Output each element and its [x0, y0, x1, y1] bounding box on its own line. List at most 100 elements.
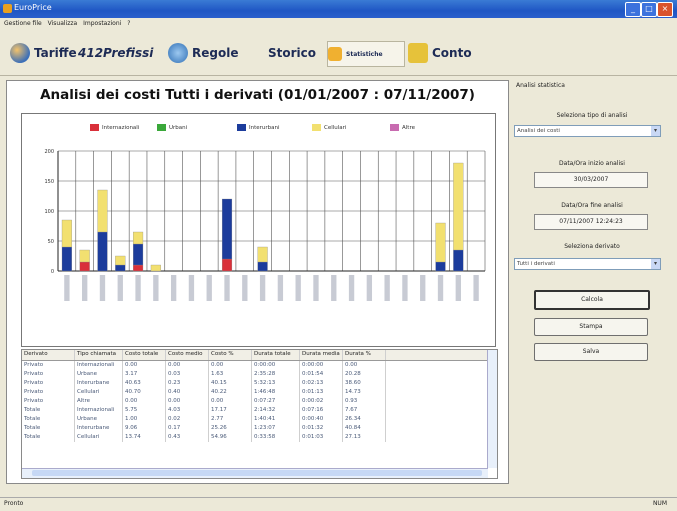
- table-row[interactable]: Totale Interurbane 9.06 0.17 25.26 1:23:07 0:0…: [22, 424, 497, 433]
- table-cell: 0.43: [166, 433, 209, 442]
- bar-segment: [115, 255, 126, 266]
- x-tick-label: [437, 275, 444, 301]
- start-date-field[interactable]: 30/03/2007: [534, 172, 648, 188]
- tab-statistiche[interactable]: Statistiche: [327, 41, 405, 67]
- table-cell: 0.03: [166, 370, 209, 379]
- bar-segment: [133, 231, 144, 245]
- table-row[interactable]: Privato Cellulari 40.70 0.40 40.22 1:46:48 0:0…: [22, 388, 497, 397]
- bar-segment: [435, 222, 446, 263]
- tab-prefissi[interactable]: 412Prefissi: [78, 41, 153, 65]
- maximize-button[interactable]: □: [641, 2, 657, 17]
- table-cell: 0:07:27: [252, 397, 300, 406]
- table-cell: 0:07:16: [300, 406, 343, 415]
- table-cell: 40.70: [123, 388, 166, 397]
- menu-settings[interactable]: Impostazioni: [83, 20, 121, 27]
- bar-segment: [221, 258, 233, 272]
- table-cell: Interurbane: [75, 424, 123, 433]
- table-row[interactable]: Totale Internazionali 5.75 4.03 17.17 2:14:32…: [22, 406, 497, 415]
- calculate-button[interactable]: Calcola: [534, 290, 650, 310]
- close-button[interactable]: ×: [657, 2, 673, 17]
- column-header[interactable]: Durata media: [300, 350, 343, 360]
- window-title: EuroPrice: [14, 3, 52, 12]
- table-row[interactable]: Totale Urbane 1.00 0.02 2.77 1:40:41 0:00:40 26…: [22, 415, 497, 424]
- table-cell: 0:33:58: [252, 433, 300, 442]
- minimize-button[interactable]: _: [625, 2, 641, 17]
- table-cell: 0:01:13: [300, 388, 343, 397]
- table-cell: Privato: [22, 388, 75, 397]
- table-cell: 13.74: [123, 433, 166, 442]
- bar-segment: [221, 198, 233, 260]
- bar-segment: [61, 246, 72, 272]
- table-cell: 0:01:03: [300, 433, 343, 442]
- tab-storico[interactable]: Storico: [268, 41, 316, 65]
- table-cell: Privato: [22, 397, 75, 406]
- table-cell: 0:01:54: [300, 370, 343, 379]
- table-row[interactable]: Totale Cellulari 13.74 0.43 54.96 0:33:58 0:01…: [22, 433, 497, 442]
- bar-segment: [150, 264, 161, 272]
- table-row[interactable]: Privato Urbane 3.17 0.03 1.63 2:35:28 0:01:54 2…: [22, 370, 497, 379]
- tab-tariffe[interactable]: Tariffe: [10, 41, 77, 65]
- table-cell: 7.67: [343, 406, 386, 415]
- tab-regole[interactable]: Regole: [168, 41, 238, 65]
- bar-segment: [97, 189, 108, 233]
- menu-bar: Gestione file Visualizza Impostazioni ?: [0, 18, 677, 30]
- x-tick-label: [224, 275, 230, 301]
- menu-help[interactable]: ?: [127, 20, 130, 27]
- horizontal-scrollbar[interactable]: [22, 468, 488, 478]
- table-cell: 1:23:07: [252, 424, 300, 433]
- table-row[interactable]: Privato Interurbane 40.63 0.23 40.15 5:32:13 0…: [22, 379, 497, 388]
- column-header[interactable]: Durata totale: [252, 350, 300, 360]
- chevron-down-icon: ▾: [651, 126, 660, 136]
- table-cell: 0.00: [166, 361, 209, 370]
- y-tick-label: 200: [44, 149, 54, 155]
- analysis-type-select[interactable]: Analisi dei costi ▾: [514, 125, 661, 137]
- table-row[interactable]: Privato Altre 0.00 0.00 0.00 0:07:27 0:00:02 0.…: [22, 397, 497, 406]
- print-button[interactable]: Stampa: [534, 318, 648, 336]
- table-cell: 1.00: [123, 415, 166, 424]
- table-cell: Internazionali: [75, 406, 123, 415]
- tab-conto[interactable]: Conto: [408, 41, 472, 65]
- table-cell: 0.00: [343, 361, 386, 370]
- x-tick-label: [206, 275, 212, 301]
- table-cell: Totale: [22, 406, 75, 415]
- table-cell: 0.23: [166, 379, 209, 388]
- table-cell: Cellulari: [75, 433, 123, 442]
- x-tick-label: [170, 275, 177, 301]
- column-header[interactable]: Costo totale: [123, 350, 166, 360]
- side-title: Analisi statistica: [516, 82, 565, 89]
- table-row[interactable]: Privato Internazionali 0.00 0.00 0.00 0:00:00…: [22, 361, 497, 370]
- table-cell: Internazionali: [75, 361, 123, 370]
- table-cell: 1.63: [209, 370, 252, 379]
- column-header[interactable]: Derivato: [22, 350, 75, 360]
- menu-file[interactable]: Gestione file: [4, 20, 42, 27]
- column-header[interactable]: Costo medio: [166, 350, 209, 360]
- table-cell: 0.40: [166, 388, 209, 397]
- x-tick-label: [99, 275, 106, 301]
- table-cell: 4.03: [166, 406, 209, 415]
- table-cell: 27.13: [343, 433, 386, 442]
- table-cell: 5:32:13: [252, 379, 300, 388]
- bar-segment: [133, 243, 144, 266]
- x-tick-label: [473, 275, 479, 301]
- side-panel: Analisi statistica Seleziona tipo di ana…: [512, 80, 672, 380]
- account-icon: [408, 43, 428, 63]
- menu-view[interactable]: Visualizza: [48, 20, 78, 27]
- y-tick-label: 50: [48, 239, 54, 245]
- bar-segment: [115, 264, 126, 272]
- table-cell: 0.17: [166, 424, 209, 433]
- table-cell: 25.26: [209, 424, 252, 433]
- x-tick-label: [366, 275, 373, 301]
- table-cell: 0:00:00: [252, 361, 300, 370]
- bar-segment: [257, 246, 268, 263]
- vertical-scrollbar[interactable]: [487, 350, 497, 468]
- y-tick-label: 100: [44, 209, 54, 215]
- table-cell: 2:14:32: [252, 406, 300, 415]
- derived-select[interactable]: Tutti i derivati ▾: [514, 258, 661, 270]
- save-button[interactable]: Salva: [534, 343, 648, 361]
- column-header[interactable]: Tipo chiamata: [75, 350, 123, 360]
- table-header: Derivato Tipo chiamata Costo totale Costo m…: [22, 350, 497, 361]
- table-cell: Totale: [22, 424, 75, 433]
- column-header[interactable]: Durata %: [343, 350, 386, 360]
- end-date-field[interactable]: 07/11/2007 12:24:23: [534, 214, 648, 230]
- column-header[interactable]: Costo %: [209, 350, 252, 360]
